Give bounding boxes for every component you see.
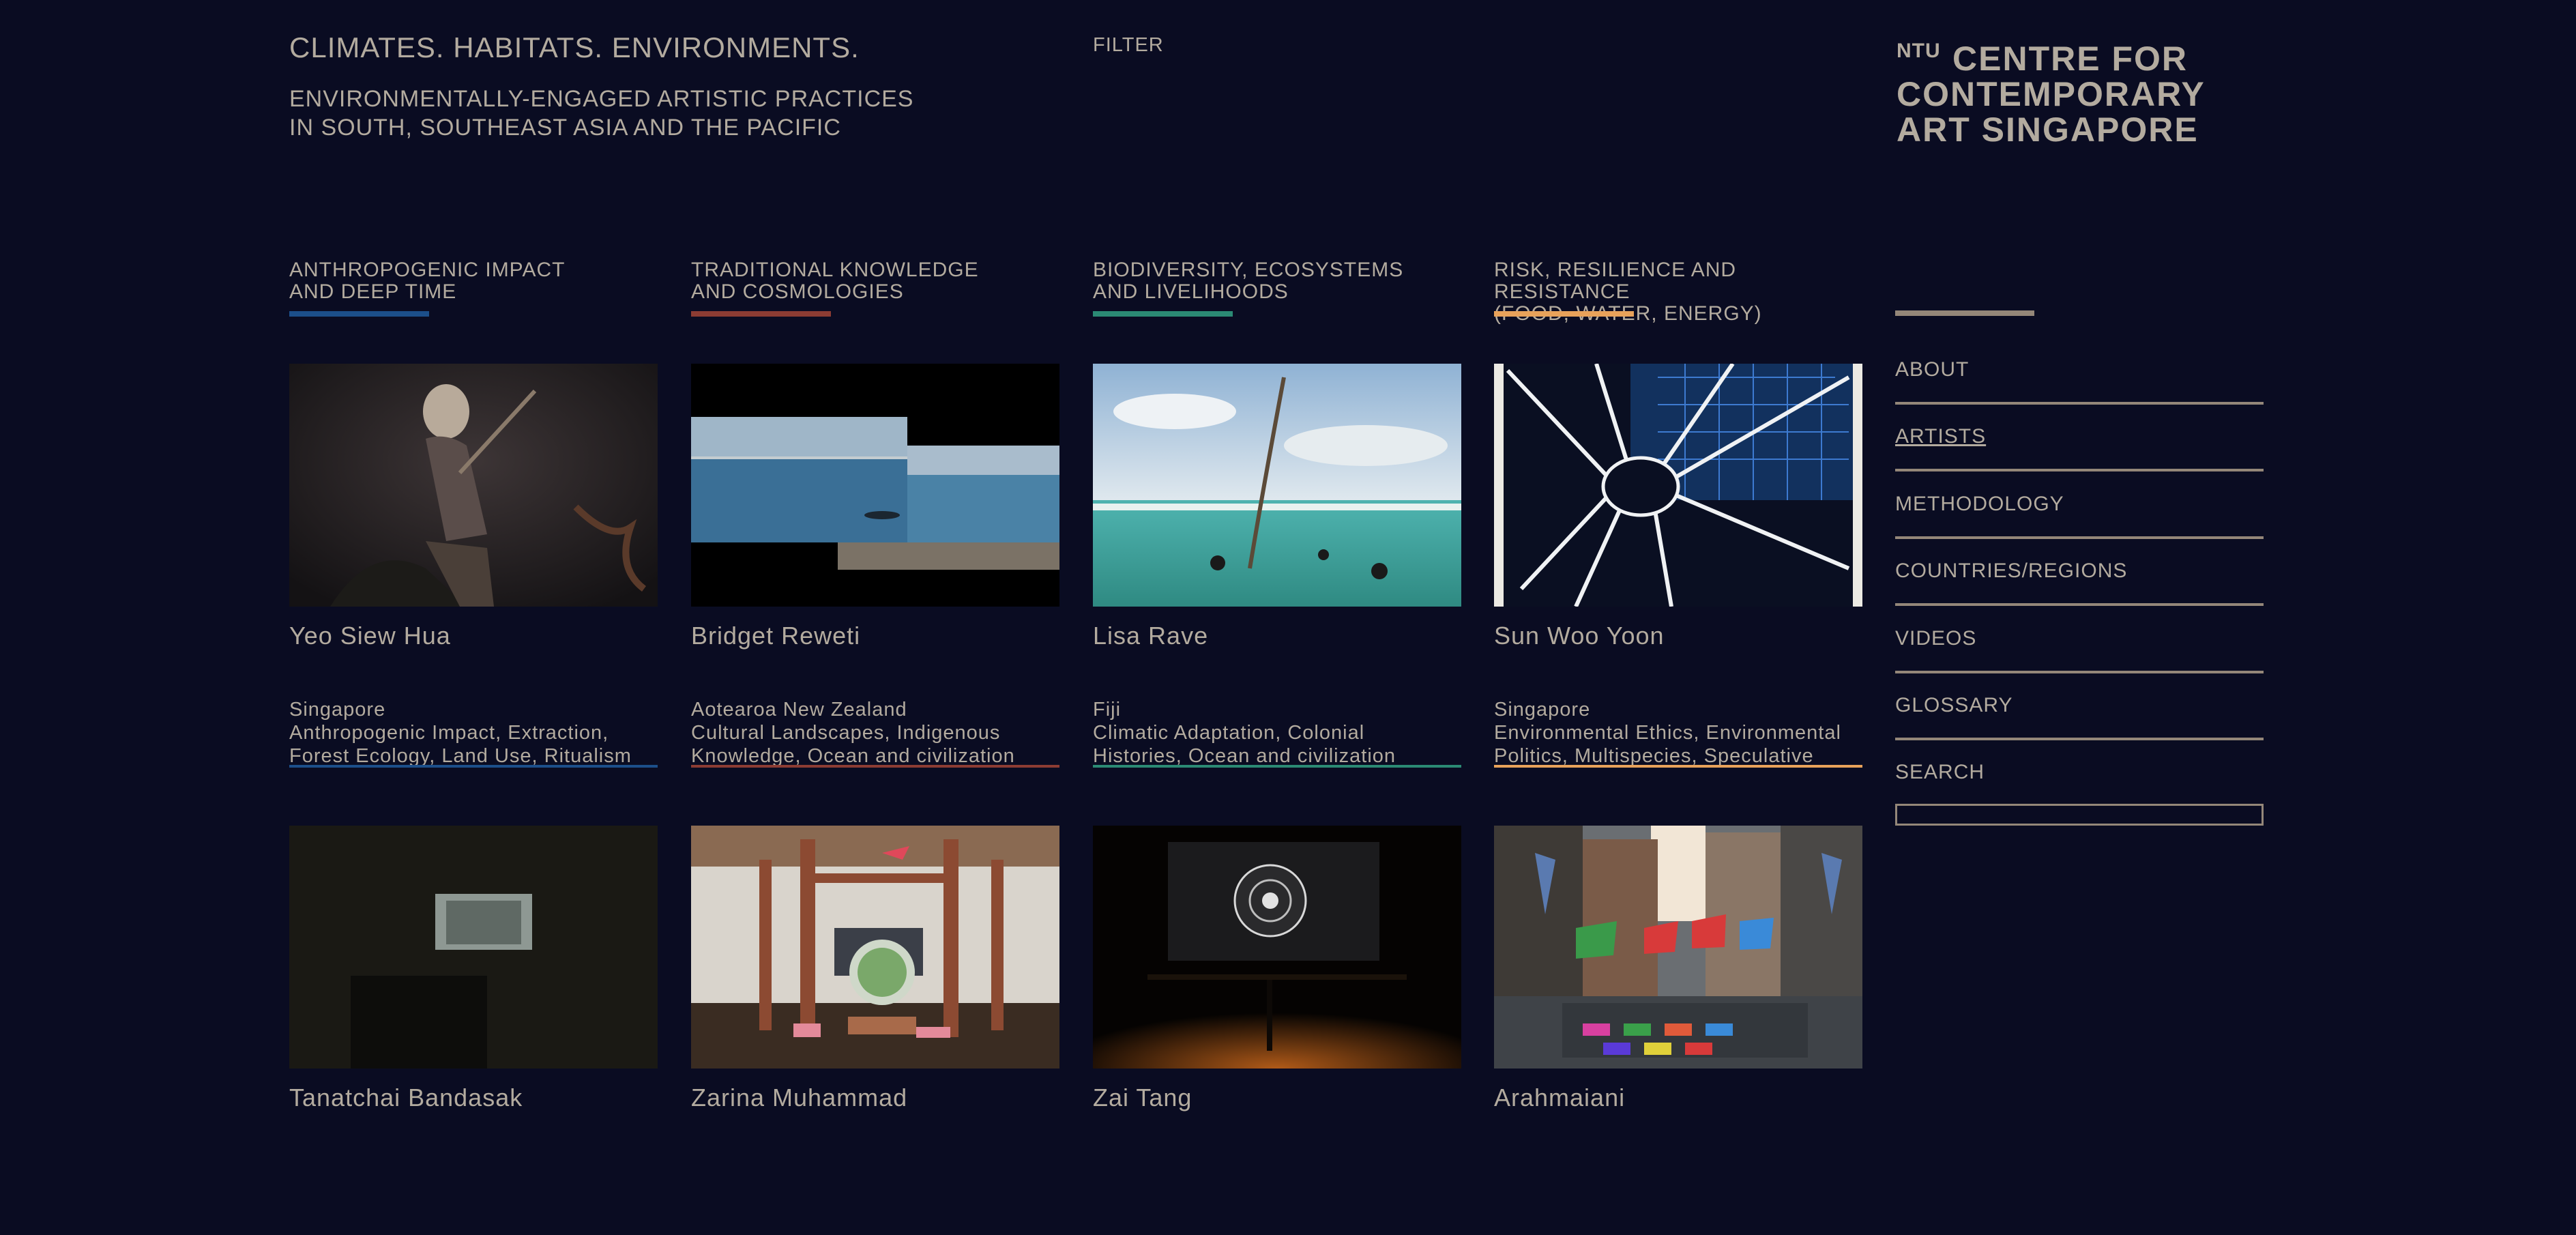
artist-thumbnail[interactable] <box>691 826 1059 1069</box>
artist-card-bridget-reweti[interactable]: Bridget Reweti Aotearoa New Zealand Cult… <box>691 364 1059 773</box>
artist-name[interactable]: Bridget Reweti <box>691 622 860 650</box>
card-divider <box>1494 765 1862 768</box>
category-label-line-1: TRADITIONAL KNOWLEDGE <box>691 259 979 281</box>
artist-meta: Aotearoa New Zealand Cultural Landscapes… <box>691 698 1073 768</box>
category-label-line-1: RISK, RESILIENCE AND RESISTANCE <box>1494 259 1737 303</box>
logo-line-3: ART SINGAPORE <box>1897 111 2199 149</box>
nav-divider <box>1895 738 2264 740</box>
search-input[interactable] <box>1895 804 2264 826</box>
artist-name[interactable]: Zai Tang <box>1093 1084 1192 1112</box>
artist-tags: Anthropogenic Impact, Extraction, <box>289 722 609 744</box>
artist-meta: Singapore Environmental Ethics, Environm… <box>1494 698 1876 768</box>
nav-label: VIDEOS <box>1895 627 1977 650</box>
nav-label: ARTISTS <box>1895 425 1987 448</box>
artist-name[interactable]: Zarina Muhammad <box>691 1084 907 1112</box>
artist-name[interactable]: Arahmaiani <box>1494 1084 1625 1112</box>
artist-thumbnail[interactable] <box>1494 364 1862 607</box>
category-color-bar <box>1093 311 1233 317</box>
nav-label: ABOUT <box>1895 358 1970 381</box>
artist-country: Singapore <box>289 699 386 721</box>
site-subtitle-line-2: IN SOUTH, SOUTHEAST ASIA AND THE PACIFIC <box>289 115 841 141</box>
card-divider <box>1093 765 1461 768</box>
nav-divider <box>1895 402 2264 405</box>
nav-label: METHODOLOGY <box>1895 493 2064 515</box>
nav-divider <box>1895 469 2264 471</box>
artist-thumbnail[interactable] <box>289 364 658 607</box>
artist-name[interactable]: Sun Woo Yoon <box>1494 622 1665 650</box>
artist-thumbnail[interactable] <box>289 826 658 1069</box>
category-label-line-1: ANTHROPOGENIC IMPACT <box>289 259 566 281</box>
artist-tags: Knowledge, Ocean and civilization <box>691 745 1015 767</box>
category-color-bar <box>289 311 429 317</box>
logo-ntu: NTU <box>1897 40 1941 62</box>
nav-item-search: SEARCH <box>1895 761 2264 802</box>
artist-tags: Forest Ecology, Land Use, Ritualism <box>289 745 632 767</box>
artist-thumbnail[interactable] <box>691 364 1059 607</box>
category-anthropogenic[interactable]: ANTHROPOGENIC IMPACT AND DEEP TIME <box>289 259 671 317</box>
filter-button[interactable]: FILTER <box>1093 34 1164 57</box>
nav-item-artists[interactable]: ARTISTS <box>1895 425 2264 492</box>
artist-country: Singapore <box>1494 699 1591 721</box>
category-color-bar <box>691 311 831 317</box>
category-biodiversity[interactable]: BIODIVERSITY, ECOSYSTEMS AND LIVELIHOODS <box>1093 259 1475 317</box>
artist-meta: Singapore Anthropogenic Impact, Extracti… <box>289 698 671 768</box>
logo-line-2: CONTEMPORARY <box>1897 75 2206 113</box>
artist-country: Fiji <box>1093 699 1122 721</box>
site-title: CLIMATES. HABITATS. ENVIRONMENTS. <box>289 31 860 63</box>
artist-tags: Cultural Landscapes, Indigenous <box>691 722 1001 744</box>
nav-item-glossary[interactable]: GLOSSARY <box>1895 694 2264 761</box>
artist-tags: Politics, Multispecies, Speculative <box>1494 745 1814 767</box>
nav-item-videos[interactable]: VIDEOS <box>1895 627 2264 694</box>
search-label: SEARCH <box>1895 761 1985 783</box>
artist-thumbnail[interactable] <box>1093 364 1461 607</box>
artist-tags: Climatic Adaptation, Colonial <box>1093 722 1365 744</box>
nav-divider <box>1895 671 2264 673</box>
category-traditional-knowledge[interactable]: TRADITIONAL KNOWLEDGE AND COSMOLOGIES <box>691 259 1073 317</box>
artist-thumbnail[interactable] <box>1494 826 1862 1069</box>
sidebar-accent-bar <box>1895 310 2034 316</box>
logo-line-1: CENTRE FOR <box>1952 40 2188 78</box>
artist-name[interactable]: Yeo Siew Hua <box>289 622 451 650</box>
artist-card-tanatchai-bandasak[interactable]: Tanatchai Bandasak <box>289 826 658 1235</box>
artist-card-yeo-siew-hua[interactable]: Yeo Siew Hua Singapore Anthropogenic Imp… <box>289 364 658 773</box>
category-color-bar <box>1494 311 1634 317</box>
site-subtitle: ENVIRONMENTALLY-ENGAGED ARTISTIC PRACTIC… <box>289 85 913 142</box>
category-label-line-2: AND LIVELIHOODS <box>1093 280 1289 303</box>
artist-name[interactable]: Tanatchai Bandasak <box>289 1084 523 1112</box>
card-divider <box>691 765 1059 768</box>
card-divider <box>289 765 658 768</box>
nav-divider <box>1895 603 2264 606</box>
artist-meta: Fiji Climatic Adaptation, Colonial Histo… <box>1093 698 1475 768</box>
artist-card-arahmaiani[interactable]: Arahmaiani <box>1494 826 1862 1235</box>
nav-item-methodology[interactable]: METHODOLOGY <box>1895 493 2264 560</box>
nav-item-about[interactable]: ABOUT <box>1895 358 2264 425</box>
artist-card-zai-tang[interactable]: Zai Tang <box>1093 826 1461 1235</box>
artist-tags: Histories, Ocean and civilization <box>1093 745 1396 767</box>
category-label-line-2: AND COSMOLOGIES <box>691 280 904 303</box>
nav-label: COUNTRIES/REGIONS <box>1895 560 2128 582</box>
site-subtitle-line-1: ENVIRONMENTALLY-ENGAGED ARTISTIC PRACTIC… <box>289 86 914 112</box>
artist-tags: Environmental Ethics, Environmental <box>1494 722 1841 744</box>
category-label-line-2: AND DEEP TIME <box>289 280 457 303</box>
artist-country: Aotearoa New Zealand <box>691 699 907 721</box>
nav-item-countries-regions[interactable]: COUNTRIES/REGIONS <box>1895 560 2264 626</box>
nav-label: GLOSSARY <box>1895 694 2013 716</box>
artist-thumbnail[interactable] <box>1093 826 1461 1069</box>
artist-card-lisa-rave[interactable]: Lisa Rave Fiji Climatic Adaptation, Colo… <box>1093 364 1461 773</box>
artist-card-sun-woo-yoon[interactable]: Sun Woo Yoon Singapore Environmental Eth… <box>1494 364 1862 773</box>
nav-divider <box>1895 536 2264 539</box>
category-label-line-1: BIODIVERSITY, ECOSYSTEMS <box>1093 259 1404 281</box>
artist-card-zarina-muhammad[interactable]: Zarina Muhammad <box>691 826 1059 1235</box>
category-risk-resilience[interactable]: RISK, RESILIENCE AND RESISTANCE (FOOD, W… <box>1494 259 1876 325</box>
artist-name[interactable]: Lisa Rave <box>1093 622 1208 650</box>
